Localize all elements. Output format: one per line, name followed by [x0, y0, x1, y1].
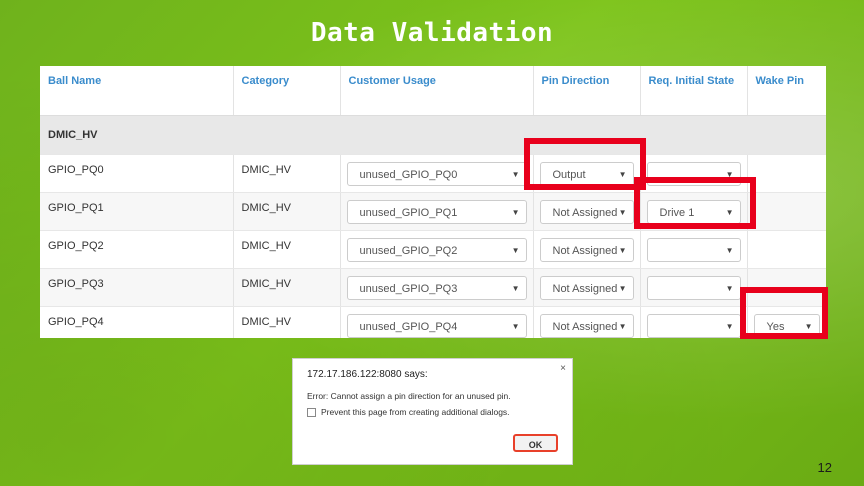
caret-down-icon: ▼: [618, 246, 627, 255]
ball-name: GPIO_PQ2: [48, 240, 104, 252]
customer-usage-select[interactable]: unused_GPIO_PQ1 ▼: [346, 200, 527, 224]
customer-usage-select[interactable]: unused_GPIO_PQ2 ▼: [346, 238, 527, 262]
select-value: unused_GPIO_PQ0: [359, 169, 458, 181]
category: DMIC_HV: [241, 202, 292, 214]
caret-down-icon: ▼: [618, 284, 627, 293]
table-row: GPIO_PQ2 DMIC_HV unused_GPIO_PQ2 ▼ Not As…: [40, 230, 826, 269]
caret-down-icon: ▼: [511, 322, 520, 331]
column-header-wake-pin[interactable]: Wake Pin: [747, 66, 826, 116]
caret-down-icon: ▼: [725, 284, 734, 293]
customer-usage-select[interactable]: unused_GPIO_PQ3 ▼: [346, 276, 527, 300]
caret-down-icon: ▼: [618, 322, 627, 331]
pin-direction-select[interactable]: Not Assigned ▼: [539, 314, 634, 338]
customer-usage-select[interactable]: unused_GPIO_PQ0 ▼: [346, 162, 527, 186]
ball-name: GPIO_PQ3: [48, 278, 104, 290]
select-value: Not Assigned: [552, 283, 618, 295]
prevent-dialogs-checkbox[interactable]: [307, 407, 316, 417]
select-value: unused_GPIO_PQ3: [359, 283, 458, 295]
category: DMIC_HV: [241, 164, 292, 176]
caret-down-icon: ▼: [725, 322, 734, 331]
caret-down-icon: ▼: [511, 284, 520, 293]
ok-button[interactable]: OK: [513, 434, 558, 452]
close-icon[interactable]: ×: [560, 363, 566, 374]
wake-pin-cell: [747, 230, 826, 269]
group-label: DMIC_HV: [40, 115, 826, 155]
select-value: unused_GPIO_PQ4: [359, 321, 458, 333]
pin-direction-select[interactable]: Not Assigned ▼: [539, 276, 634, 300]
select-value: Not Assigned: [552, 245, 618, 257]
column-header-initial-state[interactable]: Req. Initial State: [640, 66, 748, 116]
column-header-pin-direction[interactable]: Pin Direction: [533, 66, 641, 116]
select-value: Not Assigned: [552, 321, 618, 333]
highlight-box-drive1: [634, 177, 756, 229]
initial-state-select[interactable]: ▼: [646, 238, 741, 262]
select-value: Not Assigned: [552, 207, 618, 219]
category: DMIC_HV: [241, 316, 292, 328]
column-header-ball-name[interactable]: Ball Name: [40, 66, 234, 116]
select-value: unused_GPIO_PQ2: [359, 245, 458, 257]
highlight-box-output: [524, 138, 646, 190]
column-header-category[interactable]: Category: [233, 66, 341, 116]
caret-down-icon: ▼: [511, 208, 520, 217]
caret-down-icon: ▼: [511, 170, 520, 179]
group-row: DMIC_HV: [40, 115, 826, 155]
ball-name: GPIO_PQ1: [48, 202, 104, 214]
table-row: GPIO_PQ3 DMIC_HV unused_GPIO_PQ3 ▼ Not As…: [40, 268, 826, 307]
page-number: 12: [817, 460, 832, 475]
pin-direction-select[interactable]: Not Assigned ▼: [539, 200, 634, 224]
caret-down-icon: ▼: [618, 208, 627, 217]
dialog-message: Error: Cannot assign a pin direction for…: [307, 391, 511, 401]
column-header-customer-usage[interactable]: Customer Usage: [340, 66, 534, 116]
initial-state-select[interactable]: ▼: [646, 276, 741, 300]
table-row: GPIO_PQ4 DMIC_HV unused_GPIO_PQ4 ▼ Not As…: [40, 306, 826, 338]
customer-usage-select[interactable]: unused_GPIO_PQ4 ▼: [346, 314, 527, 338]
category: DMIC_HV: [241, 240, 292, 252]
prevent-dialogs-label: Prevent this page from creating addition…: [321, 407, 510, 417]
prevent-dialogs-checkbox-row[interactable]: Prevent this page from creating addition…: [307, 407, 510, 417]
caret-down-icon: ▼: [725, 246, 734, 255]
alert-dialog: 172.17.186.122:8080 says: × Error: Canno…: [292, 358, 573, 465]
table-header-row: Ball Name Category Customer Usage Pin Di…: [40, 66, 826, 116]
ball-name: GPIO_PQ4: [48, 316, 104, 328]
select-value: unused_GPIO_PQ1: [359, 207, 458, 219]
initial-state-select[interactable]: ▼: [646, 314, 741, 338]
wake-pin-cell: [747, 192, 826, 231]
pin-direction-select[interactable]: Not Assigned ▼: [539, 238, 634, 262]
highlight-box-wake-yes: [740, 287, 828, 339]
ball-name: GPIO_PQ0: [48, 164, 104, 176]
wake-pin-cell: [747, 154, 826, 193]
dialog-title: 172.17.186.122:8080 says:: [307, 369, 428, 380]
category: DMIC_HV: [241, 278, 292, 290]
caret-down-icon: ▼: [511, 246, 520, 255]
slide-title: Data Validation: [310, 18, 554, 48]
